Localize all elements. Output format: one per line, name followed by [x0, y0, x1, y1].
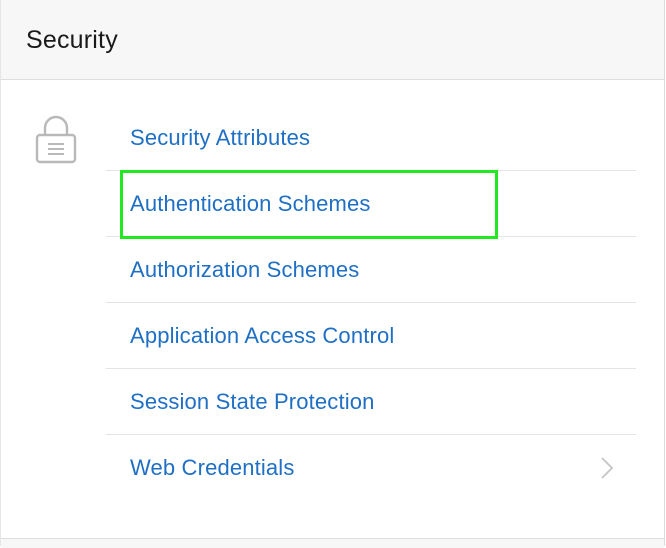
- link-application-access-control[interactable]: Application Access Control: [106, 303, 636, 369]
- lock-icon: [35, 115, 77, 164]
- chevron-right-icon[interactable]: [600, 456, 614, 480]
- link-label[interactable]: Authentication Schemes: [130, 190, 371, 218]
- link-label[interactable]: Security Attributes: [130, 124, 310, 152]
- panel-bottom-edge: [1, 538, 664, 548]
- security-link-list: Security Attributes Authentication Schem…: [106, 105, 636, 501]
- panel-header: Security: [1, 0, 664, 80]
- security-panel: Security Security Attributes Authenticat…: [0, 0, 665, 548]
- link-label[interactable]: Session State Protection: [130, 388, 375, 416]
- link-authorization-schemes[interactable]: Authorization Schemes: [106, 237, 636, 303]
- link-security-attributes[interactable]: Security Attributes: [106, 105, 636, 171]
- link-label[interactable]: Web Credentials: [130, 454, 294, 482]
- link-web-credentials[interactable]: Web Credentials: [106, 435, 636, 501]
- link-authentication-schemes[interactable]: Authentication Schemes: [106, 171, 636, 237]
- panel-title: Security: [26, 26, 118, 54]
- link-session-state-protection[interactable]: Session State Protection: [106, 369, 636, 435]
- link-label[interactable]: Authorization Schemes: [130, 256, 359, 284]
- link-label[interactable]: Application Access Control: [130, 322, 394, 350]
